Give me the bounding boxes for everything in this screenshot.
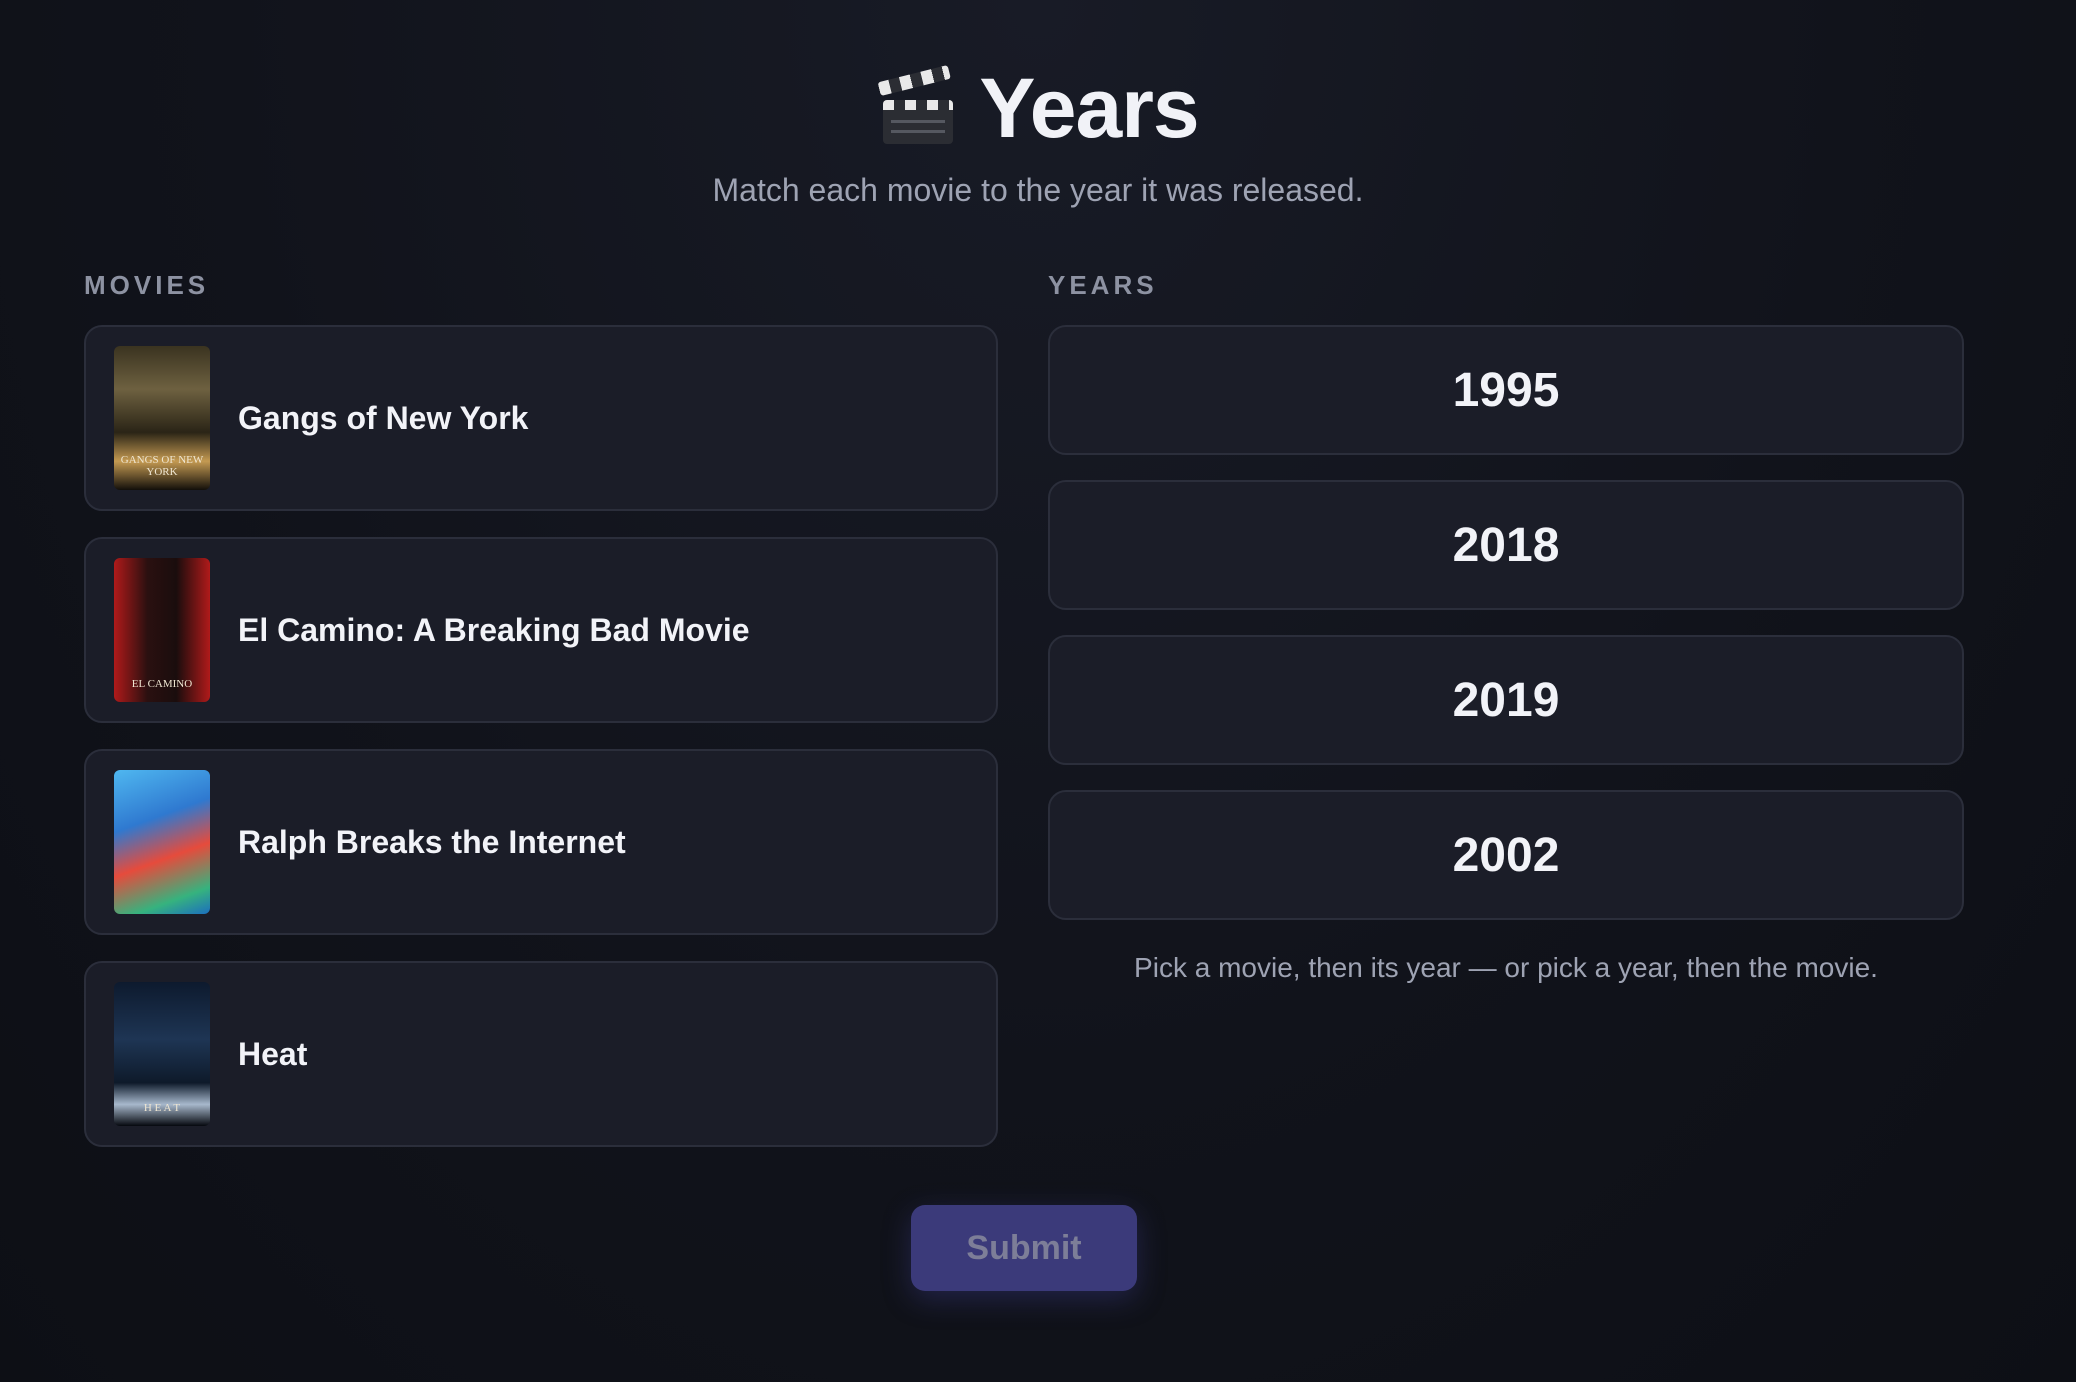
year-card-2019[interactable]: 2019 (1048, 635, 1964, 765)
movie-title: Ralph Breaks the Internet (238, 823, 626, 860)
movie-card-heat[interactable]: H E A T Heat (84, 961, 998, 1147)
movie-title: Gangs of New York (238, 399, 529, 436)
submit-button[interactable]: Submit (911, 1205, 1137, 1291)
poster-caption: H E A T (143, 1102, 181, 1114)
clapperboard-icon (877, 64, 957, 146)
movie-poster (114, 770, 210, 914)
movie-card-el-camino[interactable]: EL CAMINO El Camino: A Breaking Bad Movi… (84, 537, 998, 723)
year-card-2018[interactable]: 2018 (1048, 480, 1964, 610)
year-card-2002[interactable]: 2002 (1048, 790, 1964, 920)
movies-column-label: MOVIES (84, 270, 210, 300)
movie-poster: EL CAMINO (114, 558, 210, 702)
years-column-label: YEARS (1048, 270, 1158, 300)
poster-caption: EL CAMINO (131, 678, 193, 690)
movie-card-gangs-of-new-york[interactable]: GANGS OF NEW YORK Gangs of New York (84, 325, 998, 511)
movie-poster: GANGS OF NEW YORK (114, 346, 210, 490)
title-row: Years (0, 58, 2076, 158)
poster-caption: GANGS OF NEW YORK (120, 454, 204, 478)
movie-title: Heat (238, 1035, 308, 1072)
movie-title: El Camino: A Breaking Bad Movie (238, 611, 750, 648)
instruction-hint: Pick a movie, then its year — or pick a … (1134, 952, 1878, 983)
year-card-1995[interactable]: 1995 (1048, 325, 1964, 455)
movie-card-ralph-breaks-the-internet[interactable]: Ralph Breaks the Internet (84, 749, 998, 935)
page-title: Years (979, 60, 1199, 155)
page-subtitle: Match each movie to the year it was rele… (712, 172, 1364, 208)
movie-poster: H E A T (114, 982, 210, 1126)
